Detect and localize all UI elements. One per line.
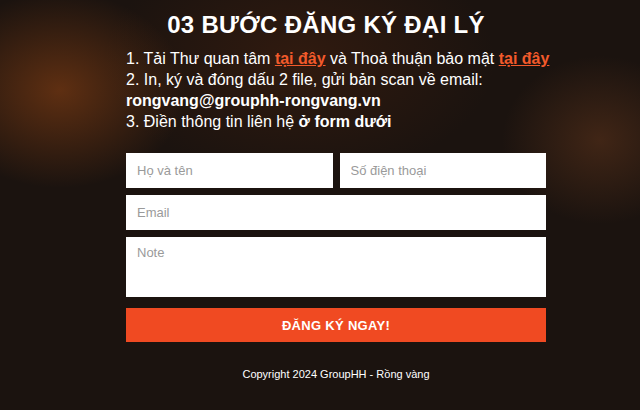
step-text: ở form dưới	[299, 113, 392, 130]
page-title: 03 BƯỚC ĐĂNG KÝ ĐẠI LÝ	[106, 8, 546, 42]
step-text: 1. Tải Thư quan tâm	[126, 50, 275, 67]
email-row	[126, 195, 546, 230]
email-input[interactable]	[126, 195, 546, 230]
phone-input[interactable]	[340, 153, 547, 188]
step-text: 2. In, ký và đóng dấu 2 file, gửi bản sc…	[126, 71, 483, 88]
register-button[interactable]: ĐĂNG KÝ NGAY!	[126, 308, 546, 342]
step-text: và Thoả thuận bảo mật	[326, 50, 499, 67]
step-text: 3. Điền thông tin liên hệ	[126, 113, 299, 130]
step-item: 2. In, ký và đóng dấu 2 file, gửi bản sc…	[126, 69, 566, 111]
steps-list: 1. Tải Thư quan tâm tại đây và Thoả thuậ…	[126, 48, 566, 132]
download-link[interactable]: tại đây	[499, 50, 550, 67]
email-address: rongvang@grouphh-rongvang.vn	[126, 90, 566, 111]
note-row	[126, 237, 546, 297]
copyright: Copyright 2024 GroupHH - Rồng vàng	[126, 368, 546, 380]
download-link[interactable]: tại đây	[275, 50, 326, 67]
name-phone-row	[126, 153, 546, 188]
step-item: 1. Tải Thư quan tâm tại đây và Thoả thuậ…	[126, 48, 566, 69]
step-item: 3. Điền thông tin liên hệ ở form dưới	[126, 111, 566, 132]
name-input[interactable]	[126, 153, 333, 188]
register-page: 03 BƯỚC ĐĂNG KÝ ĐẠI LÝ 1. Tải Thư quan tâ…	[0, 0, 640, 410]
register-form: ĐĂNG KÝ NGAY!	[126, 153, 546, 342]
note-input[interactable]	[126, 237, 546, 297]
